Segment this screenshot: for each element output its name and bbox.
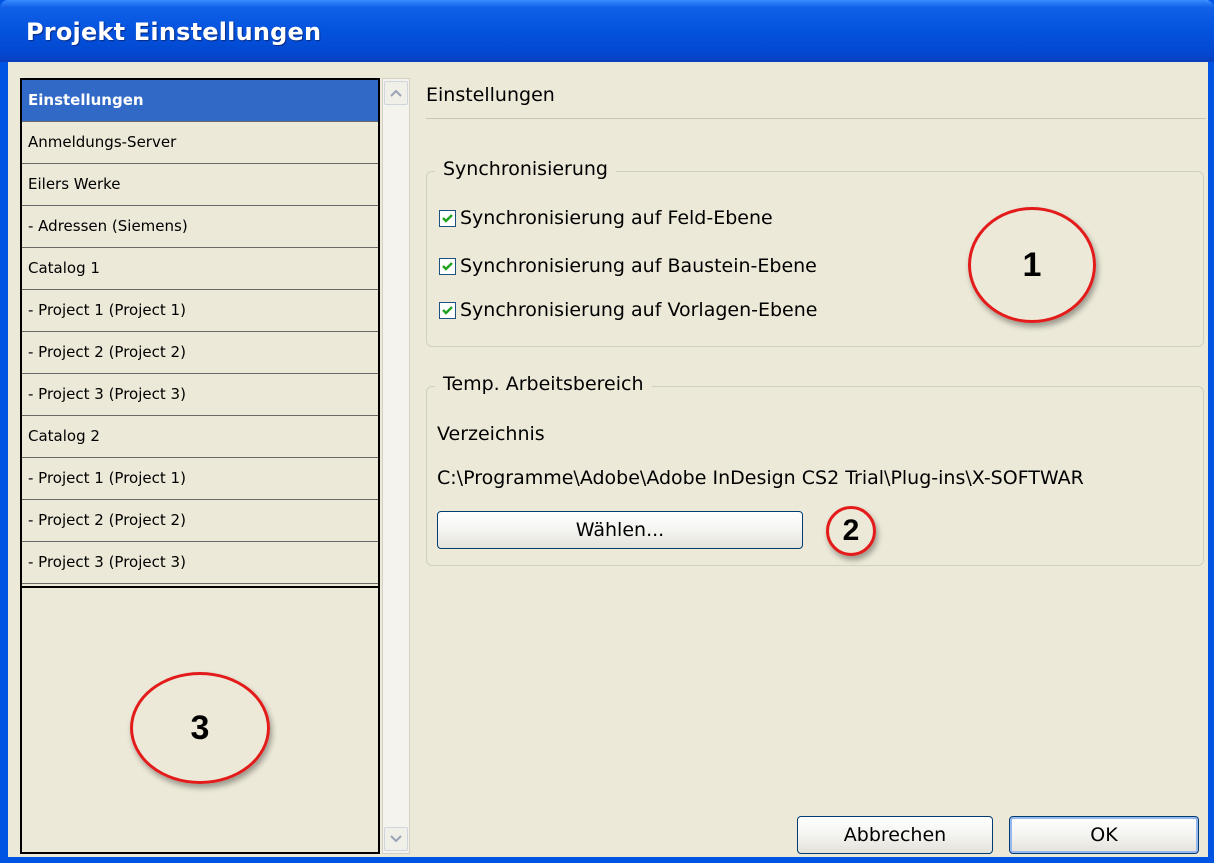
window-title: Projekt Einstellungen [26,18,322,46]
title-bar[interactable]: Projekt Einstellungen [0,0,1214,62]
callout-marker-2: 2 [826,506,876,556]
sidebar-item-einstellungen[interactable]: Einstellungen [22,80,378,122]
temp-group-legend: Temp. Arbeitsbereich [435,373,652,395]
checkmark-icon [442,213,453,223]
sidebar-item-adressen[interactable]: - Adressen (Siemens) [22,206,378,248]
sync-field-checkbox[interactable] [439,209,456,227]
sync-field-option[interactable]: Synchronisierung auf Feld-Ebene [439,206,773,230]
sync-template-checkbox[interactable] [439,301,456,319]
cancel-button[interactable]: Abbrechen [797,816,993,854]
scroll-down-button[interactable] [384,827,408,851]
directory-path: C:\Programme\Adobe\Adobe InDesign CS2 Tr… [437,467,1084,489]
sidebar-item-anmeldungs-server[interactable]: Anmeldungs-Server [22,122,378,164]
sync-group-legend: Synchronisierung [435,158,616,180]
ok-button[interactable]: OK [1009,816,1199,854]
sidebar-item-catalog2-project-1[interactable]: - Project 1 (Project 1) [22,458,378,500]
sidebar-item-catalog2-project-3[interactable]: - Project 3 (Project 3) [22,542,378,584]
callout-marker-3: 3 [130,672,270,784]
scroll-up-button[interactable] [384,81,408,105]
sync-field-label: Synchronisierung auf Feld-Ebene [460,207,773,229]
chevron-up-icon [390,89,402,97]
sync-block-label: Synchronisierung auf Baustein-Ebene [460,255,817,277]
sync-template-label: Synchronisierung auf Vorlagen-Ebene [460,299,818,321]
sidebar-item-catalog2-project-2[interactable]: - Project 2 (Project 2) [22,500,378,542]
choose-directory-button[interactable]: Wählen... [437,511,803,549]
sidebar-item-eilers-werke[interactable]: Eilers Werke [22,164,378,206]
checkmark-icon [442,305,453,315]
sync-block-option[interactable]: Synchronisierung auf Baustein-Ebene [439,254,817,278]
sync-block-checkbox[interactable] [439,257,456,275]
directory-label: Verzeichnis [437,423,545,445]
checkmark-icon [442,261,453,271]
sync-template-option[interactable]: Synchronisierung auf Vorlagen-Ebene [439,298,817,322]
sidebar-item-catalog-2[interactable]: Catalog 2 [22,416,378,458]
page-title: Einstellungen [426,84,555,106]
sidebar-item-catalog-1[interactable]: Catalog 1 [22,248,378,290]
sidebar-item-catalog1-project-3[interactable]: - Project 3 (Project 3) [22,374,378,416]
sidebar-item-catalog1-project-2[interactable]: - Project 2 (Project 2) [22,332,378,374]
sidebar-scrollbar[interactable] [382,78,410,854]
chevron-down-icon [390,835,402,843]
sidebar-list: Einstellungen Anmeldungs-Server Eilers W… [22,80,378,588]
heading-divider [426,118,1206,119]
callout-marker-1: 1 [968,207,1096,323]
temp-workspace-group: Temp. Arbeitsbereich Verzeichnis C:\Prog… [426,373,1204,566]
sidebar-item-catalog1-project-1[interactable]: - Project 1 (Project 1) [22,290,378,332]
